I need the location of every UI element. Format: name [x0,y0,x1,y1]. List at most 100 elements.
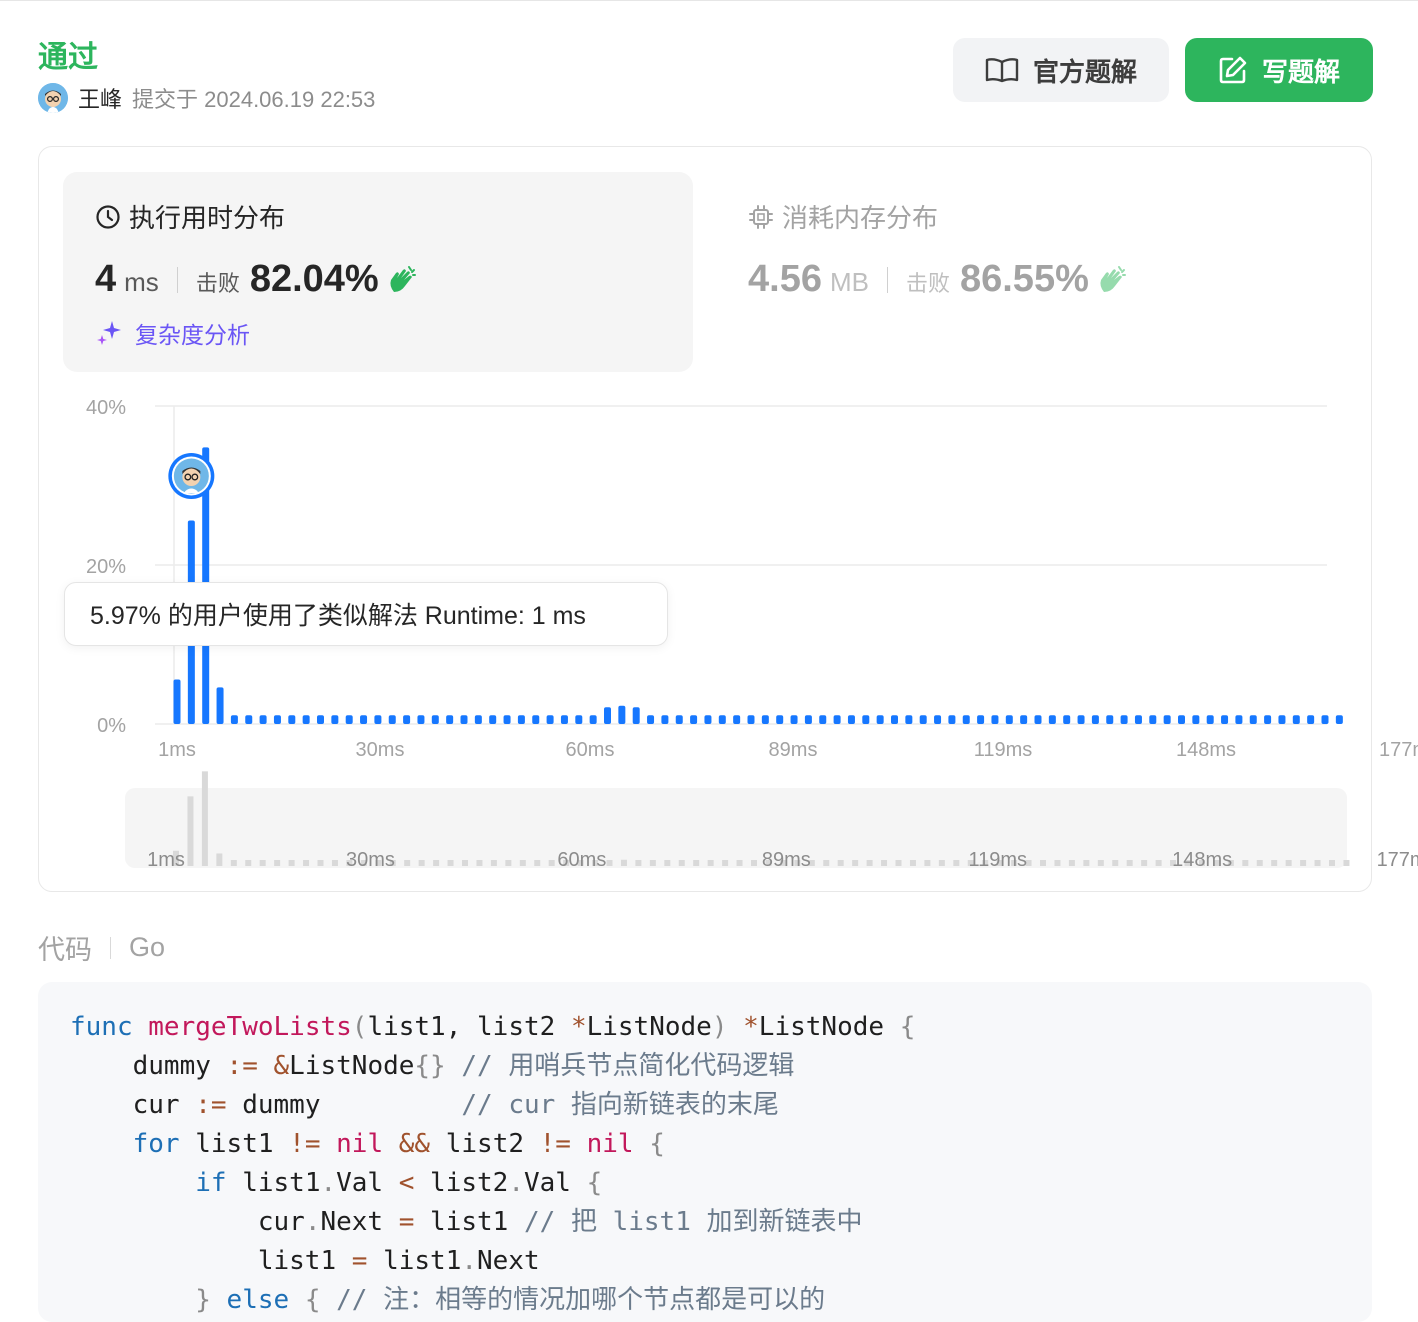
runtime-bar[interactable] [1020,715,1028,724]
runtime-bar[interactable] [934,715,942,724]
runtime-bar[interactable] [618,705,626,724]
runtime-bar[interactable] [1178,715,1185,724]
runtime-bar[interactable] [302,715,310,724]
runtime-bar[interactable] [776,715,784,724]
overview-bar [1285,860,1292,866]
runtime-bar[interactable] [173,679,181,724]
code-line: list1 = list1.Next [70,1246,540,1276]
runtime-bar[interactable] [1091,715,1099,724]
runtime-bar[interactable] [804,715,812,724]
overview-bar [230,860,237,866]
chart-overview-brush[interactable] [125,788,1347,868]
runtime-bar[interactable] [245,715,253,724]
runtime-bar[interactable] [790,715,798,724]
runtime-bar[interactable] [560,715,568,724]
runtime-bar[interactable] [331,715,339,724]
runtime-bar[interactable] [718,715,726,724]
runtime-bar[interactable] [905,715,913,724]
runtime-bar[interactable] [1005,715,1013,724]
overview-bar [1083,860,1090,866]
runtime-bar[interactable] [891,715,898,724]
runtime-bar[interactable] [747,715,755,724]
runtime-bar[interactable] [589,715,597,724]
runtime-bar[interactable] [1235,715,1243,724]
code-block[interactable]: func mergeTwoLists(list1, list2 *ListNod… [38,982,1372,1322]
overview-bar [635,860,642,866]
runtime-bar[interactable] [733,715,741,724]
runtime-bar[interactable] [1077,715,1085,724]
code-line: cur.Next = list1 // 把 list1 加到新链表中 [70,1207,863,1237]
runtime-bar[interactable] [1106,715,1114,724]
runtime-bar[interactable] [661,715,669,724]
runtime-bar[interactable] [991,715,999,724]
overview-bar [519,860,526,866]
overview-bar [924,860,931,866]
runtime-bar[interactable] [919,715,927,724]
runtime-bar[interactable] [388,715,396,724]
runtime-bar[interactable] [1034,715,1042,724]
runtime-bar[interactable] [977,715,985,724]
overview-bar [1097,860,1104,866]
runtime-bar[interactable] [962,715,970,724]
runtime-bar[interactable] [1264,715,1272,724]
runtime-bar[interactable] [690,715,698,724]
runtime-bar[interactable] [632,707,640,724]
runtime-bar[interactable] [1221,715,1229,724]
runtime-bar[interactable] [360,715,368,724]
runtime-bar[interactable] [503,715,511,724]
runtime-bar[interactable] [1120,715,1128,724]
runtime-bar[interactable] [647,715,655,724]
runtime-bar[interactable] [761,715,769,724]
runtime-bar[interactable] [517,715,525,724]
runtime-bar[interactable] [446,715,454,724]
runtime-bar[interactable] [460,715,468,724]
runtime-bar[interactable] [230,715,238,724]
runtime-bar[interactable] [1048,715,1056,724]
code-line: cur := dummy // cur 指向新链表的末尾 [70,1090,779,1120]
runtime-distribution-chart[interactable]: 40%20%0% 1ms30ms60ms89ms119ms148ms177ms2… [0,0,1418,900]
runtime-bar[interactable] [288,715,296,724]
runtime-bar[interactable] [532,715,540,724]
runtime-bar[interactable] [675,715,683,724]
runtime-bar[interactable] [1163,715,1171,724]
runtime-bar[interactable] [1149,715,1157,724]
runtime-bar[interactable] [273,715,281,724]
overview-bar [866,860,873,866]
runtime-bar[interactable] [1063,715,1071,724]
runtime-bar[interactable] [704,715,712,724]
runtime-bar[interactable] [417,715,425,724]
runtime-bar[interactable] [431,715,439,724]
runtime-bar[interactable] [1134,715,1142,724]
overview-bar [418,860,425,866]
runtime-bar[interactable] [876,715,884,724]
runtime-bar[interactable] [216,687,224,724]
runtime-bar[interactable] [1307,715,1315,724]
runtime-bar[interactable] [1292,715,1300,724]
runtime-bar[interactable] [1206,715,1214,724]
runtime-bar[interactable] [819,715,827,724]
runtime-bar[interactable] [948,715,956,724]
runtime-bar[interactable] [1321,715,1329,724]
runtime-bar[interactable] [474,715,482,724]
runtime-bar[interactable] [833,715,841,724]
runtime-bar[interactable] [1249,715,1257,724]
runtime-bar[interactable] [575,715,583,724]
runtime-bar[interactable] [847,715,855,724]
code-content: func mergeTwoLists(list1, list2 *ListNod… [38,982,1372,1320]
runtime-bar[interactable] [403,715,411,724]
overview-bar [1314,860,1321,866]
runtime-bar[interactable] [317,715,324,724]
runtime-bar[interactable] [862,715,870,724]
runtime-bar[interactable] [489,715,497,724]
overview-bar [505,860,512,866]
runtime-bar[interactable] [259,715,267,724]
runtime-bar[interactable] [1192,715,1200,724]
runtime-bar[interactable] [1335,715,1343,724]
runtime-bar[interactable] [345,715,353,724]
runtime-bar[interactable] [374,715,382,724]
runtime-bar[interactable] [1278,715,1286,724]
runtime-bar[interactable] [546,715,554,724]
overview-bar [606,860,613,866]
runtime-bar[interactable] [604,707,611,724]
user-position-marker[interactable] [168,453,215,499]
